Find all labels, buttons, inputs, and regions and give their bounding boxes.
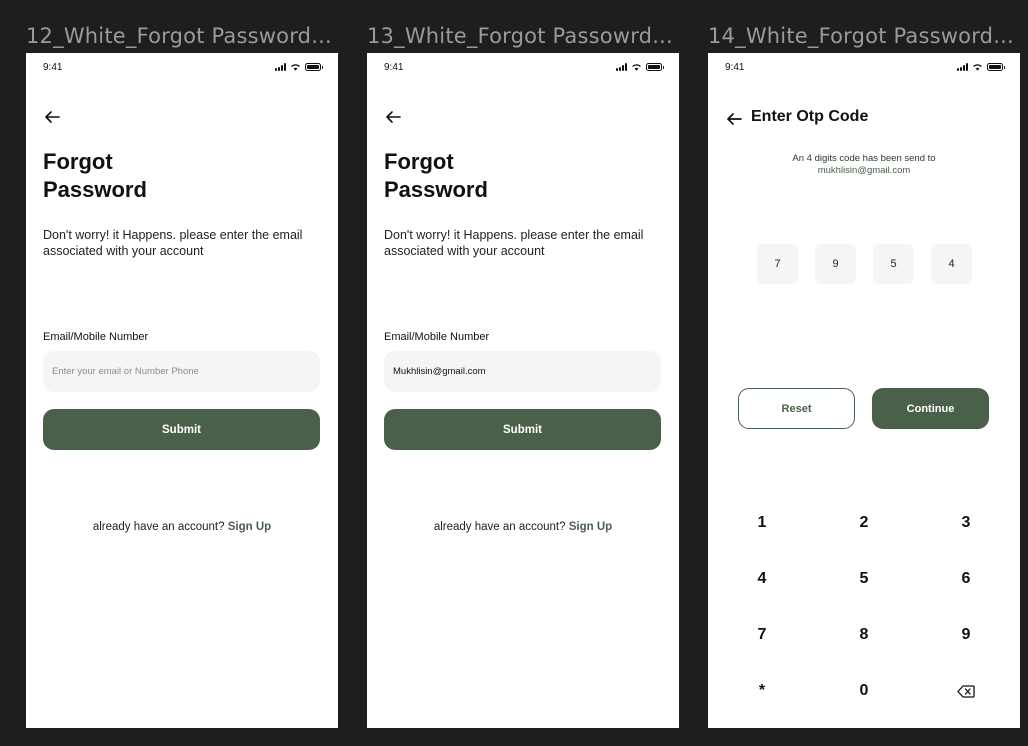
frame-label: 13_White_Forgot Passowrd... bbox=[367, 24, 673, 48]
key-6[interactable]: 6 bbox=[916, 551, 1016, 607]
description-text: Don't worry! it Happens. please enter th… bbox=[384, 228, 644, 258]
status-icons bbox=[957, 63, 1005, 71]
email-field-label: Email/Mobile Number bbox=[384, 331, 490, 343]
description-text: Don't worry! it Happens. please enter th… bbox=[43, 228, 303, 258]
signup-row: already have an account? Sign Up bbox=[367, 521, 679, 533]
otp-digit-box[interactable]: 5 bbox=[873, 244, 914, 284]
key-1[interactable]: 1 bbox=[712, 495, 812, 551]
otp-screen: 9:41 Enter Otp Code An 4 digits code has… bbox=[708, 53, 1020, 728]
signup-prompt: already have an account? bbox=[433, 521, 566, 533]
battery-icon bbox=[646, 63, 664, 71]
cellular-signal-icon bbox=[616, 63, 627, 71]
numeric-keypad: 1 2 3 4 5 6 7 8 9 * 0 bbox=[708, 495, 1020, 719]
key-0[interactable]: 0 bbox=[814, 663, 914, 719]
otp-info-text: An 4 digits code has been send to bbox=[792, 153, 936, 164]
sign-up-link[interactable]: Sign Up bbox=[228, 521, 271, 533]
wifi-icon bbox=[973, 64, 982, 71]
title-line-1: Forgot bbox=[384, 149, 454, 174]
key-9[interactable]: 9 bbox=[916, 607, 1016, 663]
email-field-label: Email/Mobile Number bbox=[43, 331, 149, 343]
otp-digit-box[interactable]: 9 bbox=[815, 244, 856, 284]
backspace-key[interactable] bbox=[916, 663, 1016, 719]
title-line-2: Password bbox=[43, 177, 147, 202]
battery-icon bbox=[305, 63, 323, 71]
battery-icon bbox=[987, 63, 1005, 71]
status-bar: 9:41 bbox=[708, 53, 1020, 85]
forgot-password-screen-empty: 9:41 Forgot Password Don't worry! it Hap… bbox=[26, 53, 338, 728]
arrow-left-icon[interactable] bbox=[725, 111, 743, 127]
page-title: Forgot Password bbox=[384, 148, 488, 204]
frame-label: 12_White_Forgot Password... bbox=[26, 24, 332, 48]
wifi-icon bbox=[632, 64, 641, 71]
status-bar: 9:41 bbox=[26, 53, 338, 85]
page-title: Enter Otp Code bbox=[751, 108, 869, 125]
submit-button[interactable]: Submit bbox=[43, 409, 320, 450]
status-icons bbox=[275, 63, 323, 71]
status-time: 9:41 bbox=[725, 62, 745, 73]
status-time: 9:41 bbox=[384, 62, 404, 73]
key-4[interactable]: 4 bbox=[712, 551, 812, 607]
cellular-signal-icon bbox=[957, 63, 968, 71]
title-line-2: Password bbox=[384, 177, 488, 202]
arrow-left-icon[interactable] bbox=[42, 109, 62, 125]
wifi-icon bbox=[291, 64, 300, 71]
key-star[interactable]: * bbox=[712, 663, 812, 719]
email-field[interactable] bbox=[384, 351, 661, 392]
continue-button[interactable]: Continue bbox=[872, 388, 989, 429]
key-3[interactable]: 3 bbox=[916, 495, 1016, 551]
sign-up-link[interactable]: Sign Up bbox=[569, 521, 612, 533]
key-5[interactable]: 5 bbox=[814, 551, 914, 607]
key-7[interactable]: 7 bbox=[712, 607, 812, 663]
otp-input-group: 7 9 5 4 bbox=[757, 244, 972, 284]
signup-prompt: already have an account? bbox=[92, 521, 225, 533]
status-bar: 9:41 bbox=[367, 53, 679, 85]
email-field[interactable] bbox=[43, 351, 320, 392]
key-2[interactable]: 2 bbox=[814, 495, 914, 551]
title-line-1: Forgot bbox=[43, 149, 113, 174]
backspace-icon bbox=[957, 684, 975, 698]
status-time: 9:41 bbox=[43, 62, 63, 73]
page-title: Forgot Password bbox=[43, 148, 147, 204]
arrow-left-icon[interactable] bbox=[383, 109, 403, 125]
status-icons bbox=[616, 63, 664, 71]
otp-info: An 4 digits code has been send to mukhli… bbox=[708, 153, 1020, 177]
submit-button[interactable]: Submit bbox=[384, 409, 661, 450]
signup-row: already have an account? Sign Up bbox=[26, 521, 338, 533]
key-8[interactable]: 8 bbox=[814, 607, 914, 663]
cellular-signal-icon bbox=[275, 63, 286, 71]
otp-digit-box[interactable]: 4 bbox=[931, 244, 972, 284]
otp-email: mukhlisin@gmail.com bbox=[817, 165, 911, 176]
forgot-password-screen-filled: 9:41 Forgot Password Don't worry! it Hap… bbox=[367, 53, 679, 728]
reset-button[interactable]: Reset bbox=[738, 388, 855, 429]
otp-digit-box[interactable]: 7 bbox=[757, 244, 798, 284]
frame-label: 14_White_Forgot Password... bbox=[708, 24, 1014, 48]
